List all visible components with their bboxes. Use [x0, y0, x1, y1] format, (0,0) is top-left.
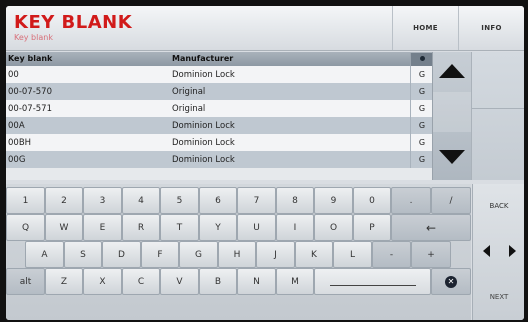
key-0[interactable]: 0 [353, 187, 391, 214]
key-y[interactable]: Y [199, 214, 237, 241]
scroll-down-button[interactable] [437, 146, 467, 168]
cell-key-blank: 00A [8, 121, 25, 131]
key-h[interactable]: H [218, 241, 256, 268]
cell-key-blank: 00 [8, 70, 19, 80]
cell-manufacturer: Dominion Lock [172, 121, 235, 131]
cell-type: G [410, 151, 433, 168]
side-nav-panel: BACK NEXT [472, 184, 524, 320]
key-a[interactable]: A [25, 241, 64, 268]
page-subtitle: Key blank [14, 33, 53, 42]
cell-type: G [410, 134, 433, 151]
key-8[interactable]: 8 [276, 187, 314, 214]
right-panel [471, 52, 524, 180]
key-2[interactable]: 2 [45, 187, 83, 214]
key-k[interactable]: K [295, 241, 333, 268]
key-5[interactable]: 5 [160, 187, 199, 214]
key-p[interactable]: P [353, 214, 391, 241]
key-q[interactable]: Q [6, 214, 45, 241]
key-n[interactable]: N [237, 268, 276, 295]
cell-type: G [410, 83, 433, 100]
key-6[interactable]: 6 [199, 187, 237, 214]
key-o[interactable]: O [314, 214, 353, 241]
cell-type: G [410, 66, 433, 83]
key-u[interactable]: U [237, 214, 276, 241]
key-f[interactable]: F [141, 241, 179, 268]
cell-manufacturer: Original [172, 104, 206, 114]
clear-button[interactable]: ✕ [431, 268, 471, 295]
cell-key-blank: 00-07-571 [8, 104, 52, 114]
key-z[interactable]: Z [45, 268, 83, 295]
column-header-key-blank[interactable]: Key blank [8, 54, 52, 63]
key-9[interactable]: 9 [314, 187, 353, 214]
cell-manufacturer: Dominion Lock [172, 155, 235, 165]
next-button[interactable]: NEXT [473, 274, 524, 320]
column-header-type[interactable] [410, 53, 433, 66]
cell-type: G [410, 100, 433, 117]
key-x[interactable]: X [83, 268, 122, 295]
key-1[interactable]: 1 [6, 187, 45, 214]
cell-key-blank: 00BH [8, 138, 32, 148]
alt-key[interactable]: alt [6, 268, 45, 295]
scroll-panel [432, 52, 471, 180]
key-s[interactable]: S [64, 241, 102, 268]
table-row[interactable]: 00-07-571 Original G [6, 100, 432, 117]
key-period[interactable]: . [391, 187, 431, 214]
panel-divider [472, 108, 524, 109]
table-row[interactable]: 00-07-570 Original G [6, 83, 432, 100]
cursor-arrows [473, 228, 524, 274]
key-j[interactable]: J [256, 241, 295, 268]
cell-manufacturer: Dominion Lock [172, 70, 235, 80]
key-blank-table: Key blank Manufacturer 00 Dominion Lock … [6, 52, 433, 180]
table-row[interactable]: 00 Dominion Lock G [6, 66, 432, 83]
cell-type: G [410, 117, 433, 134]
key-l[interactable]: L [333, 241, 372, 268]
table-header: Key blank Manufacturer [6, 52, 433, 66]
key-7[interactable]: 7 [237, 187, 276, 214]
table-row[interactable]: 00A Dominion Lock G [6, 117, 432, 134]
backspace-key[interactable]: ← [391, 214, 471, 241]
scrollbar-thumb[interactable] [433, 92, 471, 132]
triangle-down-icon [439, 150, 465, 164]
page-title: KEY BLANK [14, 12, 133, 33]
table-row[interactable]: 00BH Dominion Lock G [6, 134, 432, 151]
clear-x-icon: ✕ [445, 275, 457, 288]
home-button[interactable]: HOME [392, 6, 458, 50]
back-button[interactable]: BACK [473, 184, 524, 228]
triangle-up-icon [439, 64, 465, 78]
header-bar: KEY BLANK Key blank HOME INFO [6, 6, 524, 51]
table-row[interactable]: 00G Dominion Lock G [6, 151, 432, 168]
key-d[interactable]: D [102, 241, 141, 268]
arrow-right-icon[interactable] [508, 245, 516, 257]
cell-key-blank: 00G [8, 155, 26, 165]
key-t[interactable]: T [160, 214, 199, 241]
cell-manufacturer: Original [172, 87, 206, 97]
key-v[interactable]: V [160, 268, 199, 295]
on-screen-keyboard: 1 2 3 4 5 6 7 8 9 0 . / Q W E R T Y U I … [6, 184, 471, 320]
key-m[interactable]: M [276, 268, 314, 295]
key-4[interactable]: 4 [122, 187, 160, 214]
arrow-left-icon[interactable] [482, 245, 490, 257]
key-e[interactable]: E [83, 214, 122, 241]
key-g[interactable]: G [179, 241, 218, 268]
space-bar-icon [329, 285, 416, 286]
key-minus[interactable]: - [372, 241, 411, 268]
type-indicator-icon [419, 56, 425, 61]
key-w[interactable]: W [45, 214, 83, 241]
key-b[interactable]: B [199, 268, 237, 295]
column-header-manufacturer[interactable]: Manufacturer [172, 54, 233, 63]
key-r[interactable]: R [122, 214, 160, 241]
screen: KEY BLANK Key blank HOME INFO Key blank … [6, 6, 524, 320]
key-i[interactable]: I [276, 214, 314, 241]
cell-key-blank: 00-07-570 [8, 87, 52, 97]
key-slash[interactable]: / [431, 187, 471, 214]
info-button[interactable]: INFO [458, 6, 524, 50]
cell-manufacturer: Dominion Lock [172, 138, 235, 148]
key-3[interactable]: 3 [83, 187, 122, 214]
key-c[interactable]: C [122, 268, 160, 295]
space-bar[interactable] [314, 268, 431, 295]
key-plus[interactable]: + [411, 241, 451, 268]
scroll-up-button[interactable] [437, 60, 467, 82]
